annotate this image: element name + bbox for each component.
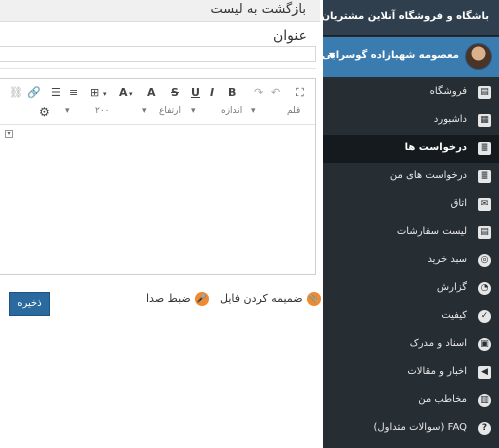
sidebar-item-report[interactable]: ◔ گزارش xyxy=(323,275,499,303)
sidebar-item-requests[interactable]: ≣ درخواست ها xyxy=(323,135,499,163)
sidebar-item-label: درخواست ها xyxy=(404,142,467,153)
font-color-button[interactable]: A xyxy=(147,86,156,100)
sidebar-item-label: اخبار و مقالات xyxy=(407,366,467,377)
report-icon: ◔ xyxy=(478,282,491,295)
grid-icon: ▦ xyxy=(478,114,491,127)
back-to-list-link[interactable]: بازگشت به لیست xyxy=(210,2,306,17)
title-label: عنوان xyxy=(273,28,307,44)
brand-header: باشگاه و فروشگاه آنلاین مشتریان xyxy=(321,0,499,36)
help-icon: ? xyxy=(478,422,491,435)
chat-icon: ✉ xyxy=(478,198,491,211)
redo-icon[interactable]: ↷ xyxy=(254,86,263,100)
sidebar-item-my-requests[interactable]: ≣ درخواست های من xyxy=(323,163,499,191)
clipboard-list-icon: ▤ xyxy=(478,226,491,239)
back-to-list-bar[interactable]: بازگشت به لیست xyxy=(0,0,320,22)
megaphone-icon: ◀ xyxy=(478,366,491,379)
italic-button[interactable]: I xyxy=(210,86,214,100)
line-height-dropdown[interactable]: ارتفاع xyxy=(159,105,181,117)
unlink-icon[interactable]: ⛓ xyxy=(9,86,23,100)
sidebar-item-contacts[interactable]: ▥ مخاطب من xyxy=(323,387,499,415)
bold-button[interactable]: B xyxy=(228,86,236,100)
strikethrough-button[interactable]: S xyxy=(171,86,179,100)
chevron-down-icon[interactable]: ▾ xyxy=(251,105,256,117)
chevron-down-icon[interactable]: ▾ xyxy=(191,105,196,117)
chevron-down-icon[interactable]: ▾ xyxy=(129,87,133,101)
bg-color-button[interactable]: A xyxy=(119,86,128,100)
sidebar-item-quality[interactable]: ✓ کیفیت xyxy=(323,303,499,331)
resize-handle-icon[interactable]: ▾ xyxy=(5,130,13,138)
settings-gear-icon[interactable]: ⚙ xyxy=(39,105,50,119)
bullet-list-icon[interactable]: ☰ xyxy=(51,86,61,100)
sidebar-item-label: سبد خرید xyxy=(427,254,467,265)
chevron-down-icon[interactable]: ▼ xyxy=(329,51,335,60)
sidebar-item-cart[interactable]: ◎ سبد خرید xyxy=(323,247,499,275)
sidebar-item-label: اسناد و مدرک xyxy=(409,338,467,349)
sidebar-item-dashboard[interactable]: ▦ داشبورد xyxy=(323,107,499,135)
quality-icon: ✓ xyxy=(478,310,491,323)
user-name: معصومه شهبازاده گوسرابی xyxy=(321,50,459,61)
font-family-dropdown[interactable]: قلم xyxy=(287,105,300,117)
attach-file-label: ضمیمه کردن فایل xyxy=(220,292,303,305)
sidebar-item-label: گزارش xyxy=(436,282,467,293)
paperclip-icon: 📎 xyxy=(306,292,321,306)
main-content: بازگشت به لیست عنوان ⛓ 🔗 ☰ ≡ ⊞ ▾ A ▾ A S… xyxy=(0,0,323,448)
brand-title: باشگاه و فروشگاه آنلاین مشتریان xyxy=(321,11,490,22)
documents-icon: ▣ xyxy=(478,338,491,351)
clipboard-icon: ▤ xyxy=(478,86,491,99)
editor-toolbar: ⛓ 🔗 ☰ ≡ ⊞ ▾ A ▾ A S U I B ↷ ↶ ⛶ ▾ ۲۰۰ ▾ … xyxy=(0,79,315,125)
undo-icon[interactable]: ↶ xyxy=(271,86,280,100)
document-icon: ≣ xyxy=(478,142,491,155)
numbered-list-icon[interactable]: ≡ xyxy=(69,86,78,100)
font-size-dropdown[interactable]: اندازه xyxy=(221,105,242,117)
contacts-icon: ▥ xyxy=(478,394,491,407)
sidebar-item-shop[interactable]: ▤ فروشگاه xyxy=(323,79,499,107)
sidebar: باشگاه و فروشگاه آنلاین مشتریان معصومه ش… xyxy=(321,0,499,448)
sidebar-item-label: کیفیت xyxy=(441,310,467,321)
document-list-icon: ≣ xyxy=(478,170,491,183)
sidebar-item-label: درخواست های من xyxy=(389,170,467,181)
sidebar-item-label: داشبورد xyxy=(433,114,467,125)
chevron-down-icon[interactable]: ▾ xyxy=(65,105,70,117)
sidebar-item-label: لیست سفارشات xyxy=(396,226,467,237)
sidebar-item-room[interactable]: ✉ اتاق xyxy=(323,191,499,219)
avatar xyxy=(465,43,492,70)
sidebar-item-news[interactable]: ◀ اخبار و مقالات xyxy=(323,359,499,387)
attach-file-button[interactable]: 📎ضمیمه کردن فایل xyxy=(220,292,321,306)
record-audio-label: ضبط صدا xyxy=(146,292,191,305)
sidebar-item-documents[interactable]: ▣ اسناد و مدرک xyxy=(323,331,499,359)
cart-icon: ◎ xyxy=(478,254,491,267)
rich-text-editor[interactable]: ⛓ 🔗 ☰ ≡ ⊞ ▾ A ▾ A S U I B ↷ ↶ ⛶ ▾ ۲۰۰ ▾ … xyxy=(0,78,316,275)
underline-button[interactable]: U xyxy=(191,86,200,100)
title-input[interactable] xyxy=(0,46,316,62)
zoom-dropdown[interactable]: ۲۰۰ xyxy=(95,105,110,117)
chevron-down-icon[interactable]: ▾ xyxy=(103,87,107,101)
sidebar-item-faq[interactable]: ? FAQ (سوالات متداول) xyxy=(323,415,499,443)
user-panel[interactable]: معصومه شهبازاده گوسرابی ▼ xyxy=(321,37,499,77)
editor-actions: ذخیره 🎤ضبط صدا 📎ضمیمه کردن فایل xyxy=(0,286,321,326)
record-audio-button[interactable]: 🎤ضبط صدا xyxy=(146,292,209,306)
save-button[interactable]: ذخیره xyxy=(9,292,50,316)
sidebar-item-label: اتاق xyxy=(450,198,467,209)
fullscreen-icon[interactable]: ⛶ xyxy=(296,86,304,100)
sidebar-item-label: مخاطب من xyxy=(418,394,467,405)
divider xyxy=(0,68,316,69)
table-icon[interactable]: ⊞ xyxy=(90,86,99,100)
sidebar-item-label: فروشگاه xyxy=(429,86,467,97)
sidebar-item-orders[interactable]: ▤ لیست سفارشات xyxy=(323,219,499,247)
chevron-down-icon[interactable]: ▾ xyxy=(142,105,147,117)
microphone-icon: 🎤 xyxy=(194,292,209,306)
sidebar-item-label: FAQ (سوالات متداول) xyxy=(373,422,467,433)
link-icon[interactable]: 🔗 xyxy=(27,86,41,100)
